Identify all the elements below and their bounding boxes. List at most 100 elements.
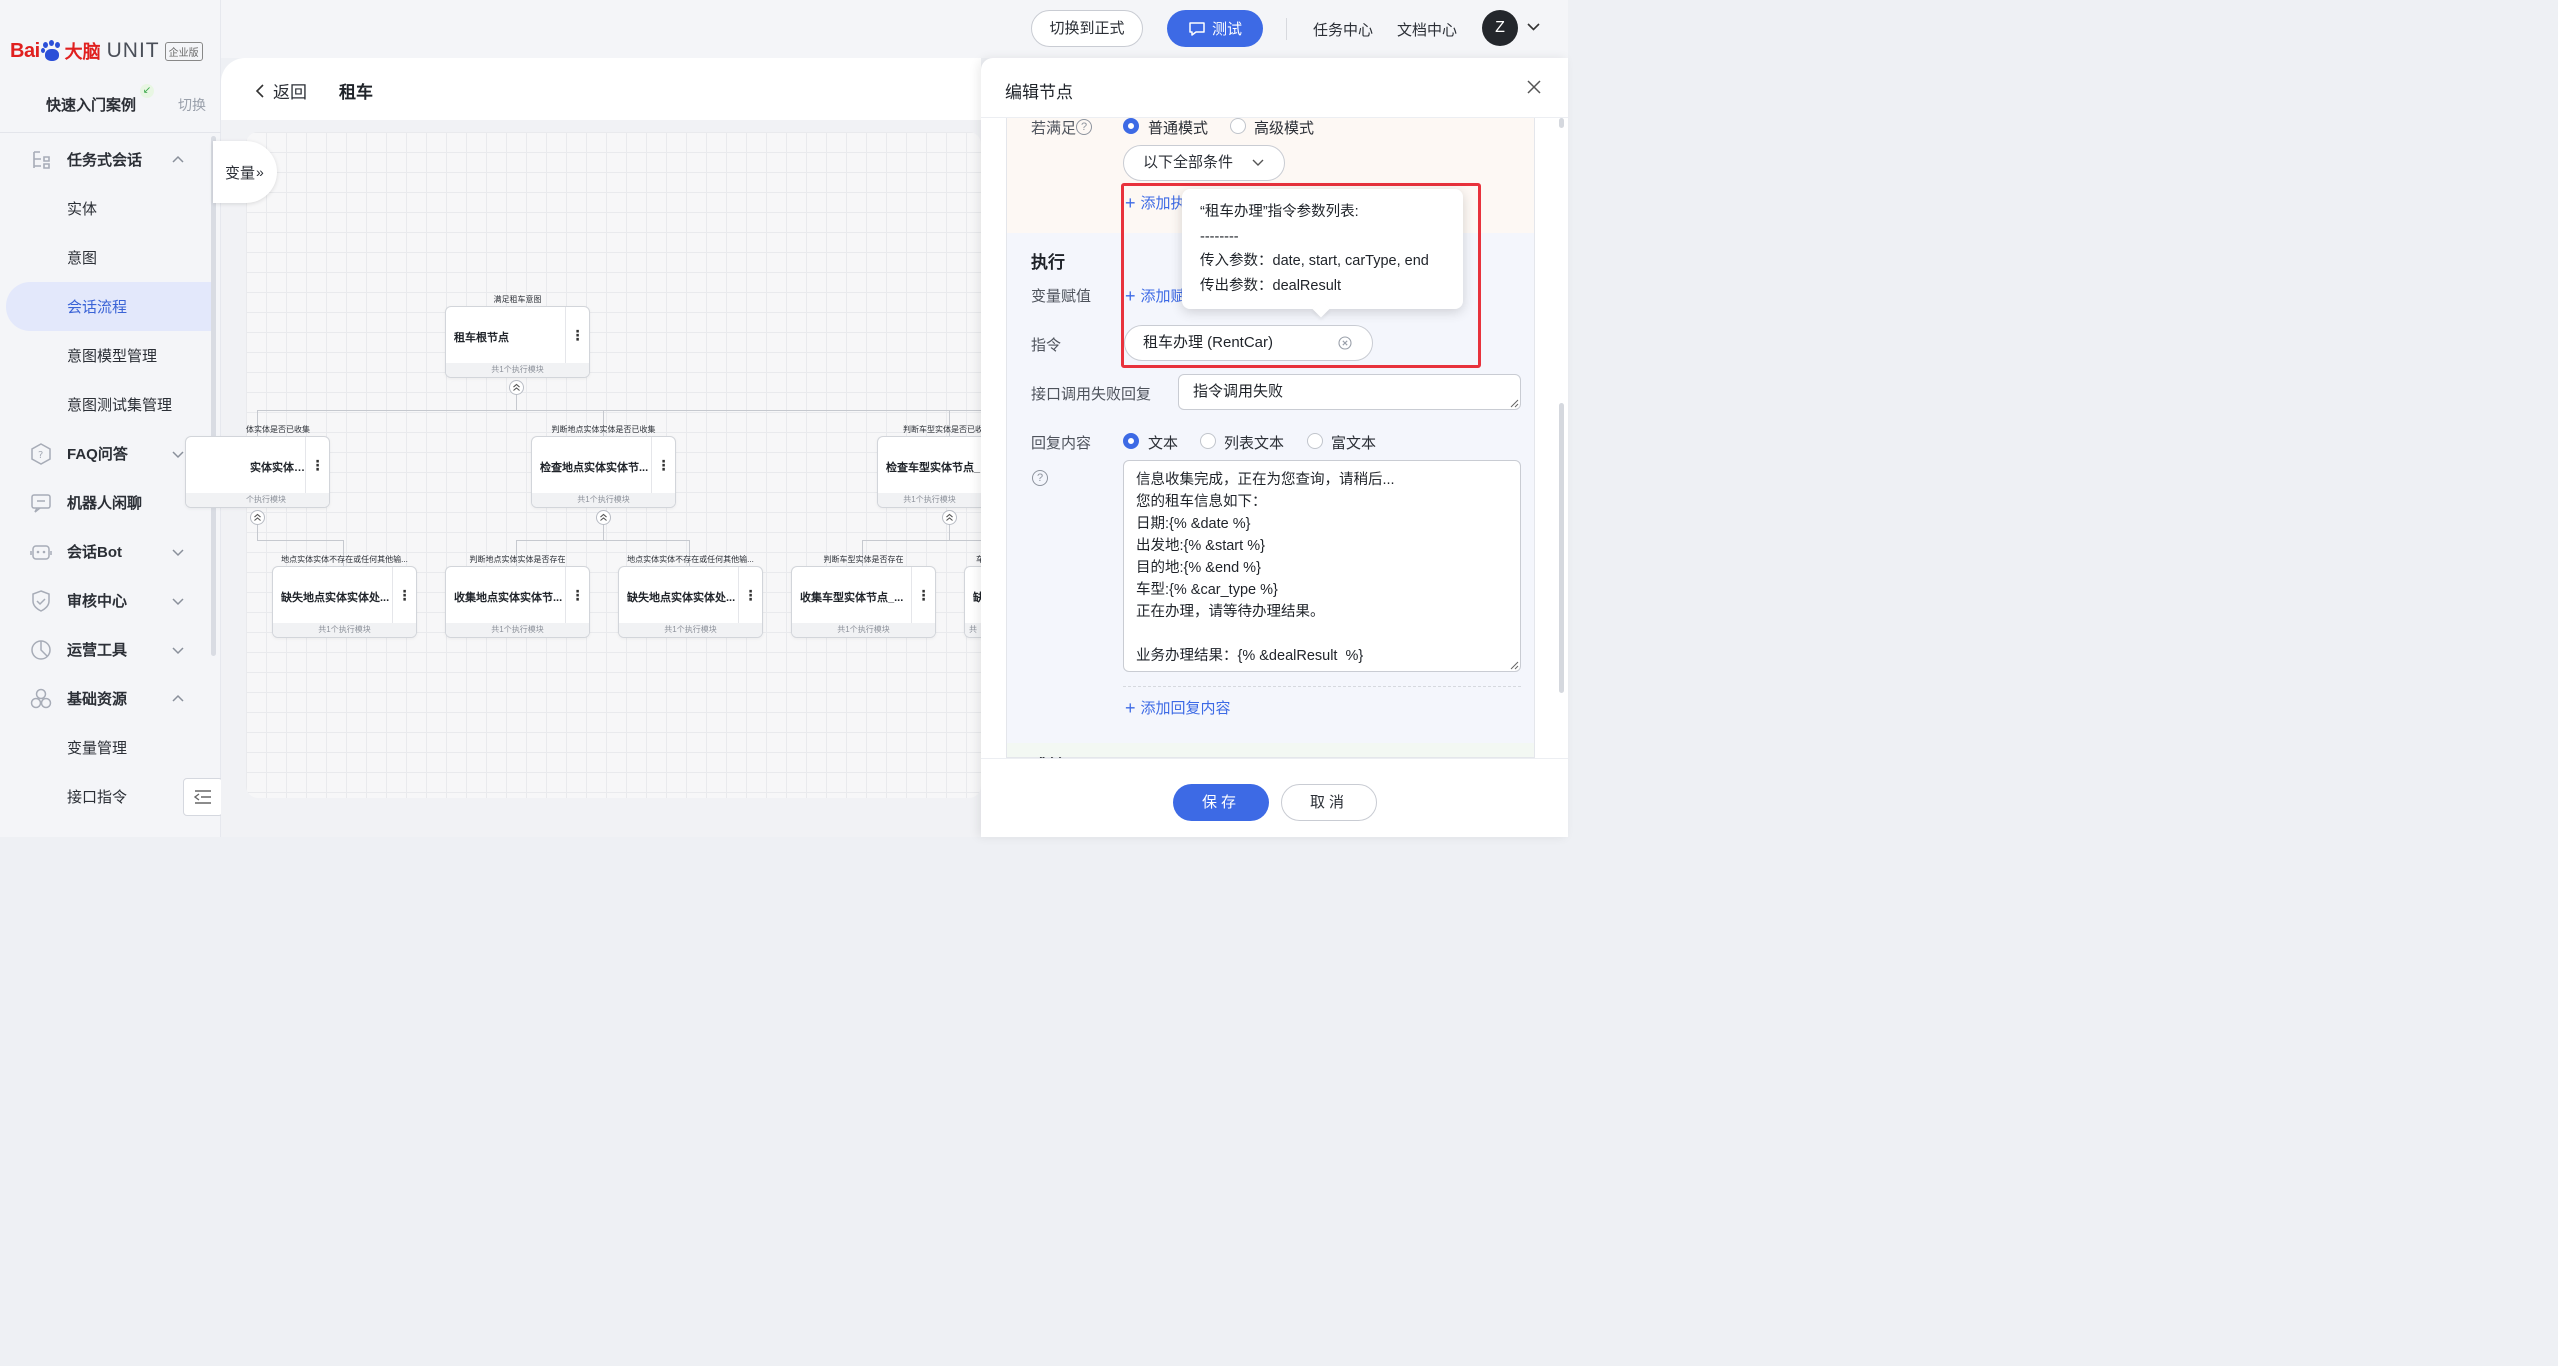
sidebar-item-label: 任务式会话 — [67, 152, 143, 169]
switch-project-link[interactable]: 切换 — [178, 95, 206, 115]
resize-handle-icon[interactable] — [1510, 661, 1519, 670]
flow-node-location-check[interactable]: 检查地点实体实体节... ⋮ 共1个执行模块 — [531, 436, 676, 508]
reply-line: 信息收集完成，正在为您查询，请稍后... — [1136, 472, 1395, 488]
connector — [257, 410, 981, 411]
node-caption: 地点实体实体不存在或任何其他输... — [627, 555, 754, 564]
reply-type-list-radio[interactable] — [1200, 433, 1216, 449]
doc-center-link[interactable]: 文档中心 — [1397, 19, 1457, 40]
node-footer: 共1个执行模块 — [878, 493, 981, 507]
node-footer: 共1个执行模块 — [446, 623, 589, 637]
node-more-menu-icon[interactable]: ⋮ — [305, 437, 329, 495]
logo-unit-text: UNIT — [106, 39, 160, 62]
connector — [257, 540, 343, 541]
flow-node-collect-cartype[interactable]: 收集车型实体节点_... ⋮ 共1个执行模块 — [791, 566, 936, 638]
baidu-unit-logo[interactable]: Bai 大脑 UNIT 企业版 — [10, 34, 203, 68]
flow-node-entity-check[interactable]: 实体实体节... ⋮ 个执行模块 — [185, 436, 330, 508]
chevron-down-icon[interactable] — [172, 595, 184, 607]
sidebar-item-ops-tools[interactable]: 运营工具 — [0, 625, 221, 674]
faq-icon: ? — [31, 443, 51, 465]
sidebar-item-base-resources[interactable]: 基础资源 — [0, 674, 221, 723]
node-name: 租车根节点 — [454, 332, 509, 344]
test-button[interactable]: 测试 — [1167, 10, 1263, 47]
mode-normal-radio[interactable] — [1123, 118, 1139, 134]
sidebar-scrollbar[interactable] — [211, 136, 216, 656]
sidebar-item-task-dialog[interactable]: 任务式会话 — [0, 135, 221, 184]
node-more-menu-icon[interactable]: ⋮ — [738, 567, 762, 625]
collapse-children-icon[interactable] — [509, 380, 524, 395]
chevron-down-icon[interactable] — [172, 546, 184, 558]
sidebar-item-intent-testset[interactable]: 意图测试集管理 — [0, 380, 221, 429]
reply-line: 业务办理结果：{% &dealResult %} — [1136, 648, 1364, 664]
flow-node-collect-location[interactable]: 收集地点实体实体节... ⋮ 共1个执行模块 — [445, 566, 590, 638]
chat-icon — [31, 494, 51, 513]
variables-panel-tab[interactable]: 变量 » — [213, 141, 277, 203]
node-more-menu-icon[interactable]: ⋮ — [392, 567, 416, 625]
node-more-menu-icon[interactable]: ⋮ — [651, 437, 675, 495]
flow-node-missing-location-1[interactable]: 缺失地点实体实体处... ⋮ 共1个执行模块 — [272, 566, 417, 638]
node-more-menu-icon[interactable]: ⋮ — [911, 567, 935, 625]
switch-to-production-button[interactable]: 切换到正式 — [1031, 10, 1143, 47]
drawer-scrollbar[interactable] — [1559, 403, 1564, 693]
tooltip-separator: -------- — [1200, 228, 1239, 245]
sidebar-item-variables[interactable]: 变量管理 — [0, 723, 221, 772]
flow-node-cartype-check[interactable]: 检查车型实体节点_ 共1个执行模块 — [877, 436, 981, 508]
collapse-children-icon[interactable] — [250, 510, 265, 525]
add-reply-link[interactable]: + 添加回复内容 — [1125, 697, 1231, 718]
collapse-children-icon[interactable] — [596, 510, 611, 525]
node-footer: 共1个执行模块 — [446, 363, 589, 377]
sidebar-item-review[interactable]: 审核中心 — [0, 576, 221, 625]
reply-content-textarea[interactable]: 信息收集完成，正在为您查询，请稍后... 您的租车信息如下： 日期:{% &date… — [1123, 460, 1521, 672]
help-icon[interactable]: ? — [1032, 470, 1048, 486]
chevron-down-icon[interactable] — [1527, 22, 1540, 32]
sidebar-item-label: 机器人闲聊 — [67, 495, 143, 512]
connector — [516, 540, 690, 541]
project-status-icon: ↙ — [140, 84, 154, 98]
cancel-button[interactable]: 取消 — [1281, 784, 1377, 821]
sidebar-item-label: 会话Bot — [67, 544, 122, 561]
reply-type-rich-radio[interactable] — [1307, 433, 1323, 449]
avatar[interactable]: Z — [1482, 10, 1518, 46]
node-name: 缺失地点实体实体处... — [281, 592, 390, 604]
chevron-up-icon[interactable] — [172, 693, 184, 705]
flow-node-root[interactable]: 租车根节点 ⋮ 共1个执行模块 — [445, 306, 590, 378]
sidebar-item-intent[interactable]: 意图 — [0, 233, 221, 282]
back-button[interactable]: 返回 — [255, 78, 307, 103]
node-caption: 判断地点实体实体是否已收集 — [551, 425, 656, 434]
shield-icon — [32, 590, 50, 612]
sidebar-item-bot[interactable]: 会话Bot — [0, 527, 221, 576]
reply-line: 出发地:{% &start %} — [1136, 538, 1265, 554]
chevron-down-icon[interactable] — [172, 644, 184, 656]
fail-reply-input[interactable]: 指令调用失败 — [1178, 374, 1521, 410]
mode-advanced-label: 高级模式 — [1254, 120, 1315, 137]
condition-match-select[interactable]: 以下全部条件 — [1123, 145, 1285, 181]
collapse-children-icon[interactable] — [942, 510, 957, 525]
connector — [862, 540, 981, 541]
help-icon[interactable]: ? — [1076, 119, 1092, 135]
ops-icon — [31, 640, 51, 660]
node-more-menu-icon[interactable]: ⋮ — [565, 567, 589, 625]
reply-type-text-radio[interactable] — [1123, 433, 1139, 449]
sidebar-item-intent-model[interactable]: 意图模型管理 — [0, 331, 221, 380]
node-footer: 共1个执行模块 — [273, 623, 416, 637]
sidebar-item-dialog-flow[interactable]: 会话流程 — [6, 282, 211, 331]
save-button[interactable]: 保存 — [1173, 784, 1269, 821]
sidebar-item-label: 实体 — [67, 201, 98, 218]
tooltip-input-params: 传入参数：date, start, carType, end — [1200, 253, 1429, 269]
add-reply-label: 添加回复内容 — [1140, 700, 1231, 717]
flow-node-missing-cartype[interactable]: 缺 共 — [964, 566, 981, 638]
task-center-link[interactable]: 任务中心 — [1313, 19, 1373, 40]
collapse-sidebar-button[interactable] — [183, 778, 223, 816]
reply-line — [1136, 623, 1508, 645]
flow-node-missing-location-2[interactable]: 缺失地点实体实体处... ⋮ 共1个执行模块 — [618, 566, 763, 638]
mode-advanced-radio[interactable] — [1230, 118, 1246, 134]
sidebar-item-entity[interactable]: 实体 — [0, 184, 221, 233]
sidebar-item-label: 变量管理 — [67, 740, 128, 757]
node-more-menu-icon[interactable]: ⋮ — [565, 307, 589, 365]
sidebar-item-label: 会话流程 — [67, 299, 128, 316]
chevron-down-icon[interactable] — [172, 448, 184, 460]
resize-handle-icon[interactable] — [1510, 399, 1519, 408]
chevron-up-icon[interactable] — [172, 154, 184, 166]
project-name: 快速入门案例 — [46, 97, 137, 114]
mode-normal-label: 普通模式 — [1148, 120, 1209, 137]
close-icon[interactable] — [1526, 79, 1542, 95]
